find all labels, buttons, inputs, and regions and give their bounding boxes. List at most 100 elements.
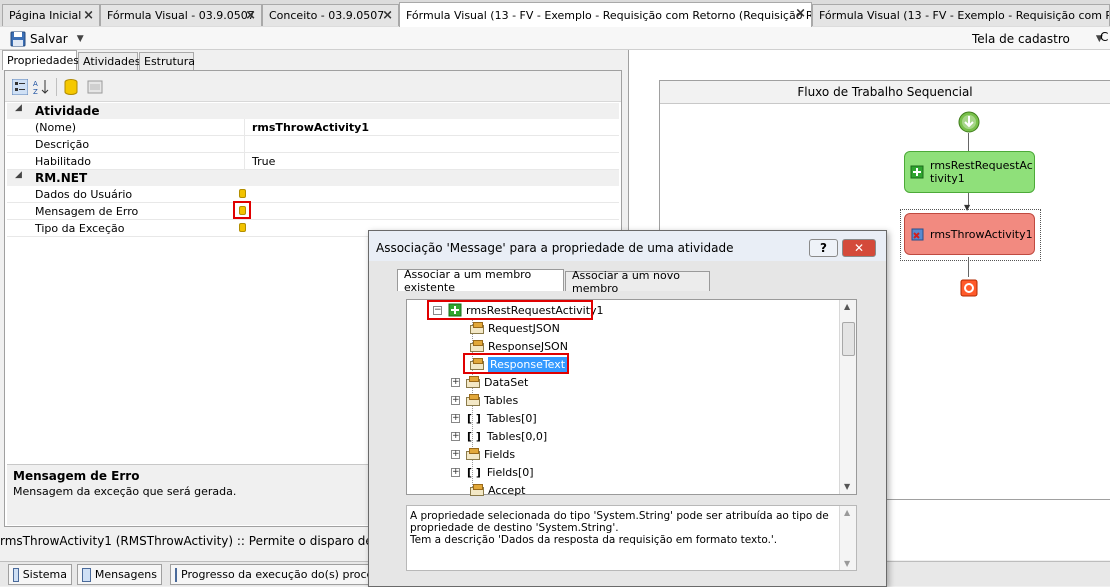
tab-atividades[interactable]: Atividades [78,52,141,70]
scroll-up-icon[interactable]: ▲ [844,508,850,517]
progresso-button[interactable]: Progresso da execução do(s) process [170,564,375,585]
expand-icon[interactable]: + [451,413,460,423]
status-text: rmsThrowActivity1 (RMSThrowActivity) :: … [0,534,415,548]
tree-item[interactable]: + Tables [451,391,518,409]
property-row-mensagem-erro[interactable]: Mensagem de Erro [7,201,619,220]
property-name: Tipo da Exceção [35,222,125,235]
tree-item-label: Accept [488,483,526,497]
button-label: Sistema [22,568,67,581]
info-text: A propriedade selecionada do tipo 'Syste… [410,510,829,522]
property-grid: ◢ Atividade (Nome) rmsThrowActivity1 Des… [7,103,619,237]
property-row-nome[interactable]: (Nome) rmsThrowActivity1 [7,119,619,136]
close-icon[interactable]: × [795,6,806,21]
bind-database-icon[interactable] [239,189,246,198]
tree-item[interactable]: RequestJSON [469,319,560,337]
divider [244,153,245,169]
tab-formula-visual-2[interactable]: Fórmula Visual (13 - FV - Exemplo - Requ… [812,4,1110,26]
tab-conceito[interactable]: Conceito - 03.9.0507 × [262,4,399,26]
property-row-dados-usuario[interactable]: Dados do Usuário [7,186,619,203]
divider [56,78,57,96]
property-row-habilitado[interactable]: Habilitado True [7,153,619,170]
property-pages-icon[interactable] [87,79,103,95]
tab-label: Atividades [83,55,141,68]
tree-item-label: Tables[0] [486,411,537,425]
property-value[interactable]: rmsThrowActivity1 [252,121,369,134]
tab-formula-visual-active[interactable]: Fórmula Visual (13 - FV - Exemplo - Requ… [399,2,812,27]
dialog-titlebar: Associação 'Message' para a propriedade … [369,231,886,261]
second-select[interactable]: C [1100,30,1108,44]
mensagens-button[interactable]: Mensagens [77,564,162,585]
tree-item[interactable]: + Fields [451,445,515,463]
info-text: propriedade de destino 'System.String'. [410,522,619,534]
tab-label: Fórmula Visual - 03.9.0507 [107,9,255,22]
rms-throw-activity-node[interactable]: rmsThrowActivity1 [904,213,1035,255]
tab-estrutura[interactable]: Estrutura [139,52,195,70]
messages-icon [82,567,91,582]
help-button[interactable]: ? [809,239,838,257]
database-icon[interactable] [63,79,79,95]
expand-icon[interactable]: + [451,377,460,387]
node-label: rmsThrowActivity1 [930,228,1033,241]
save-button[interactable]: Salvar ▼ [10,30,84,47]
expand-icon[interactable]: + [451,395,460,405]
tree-item[interactable]: + [ ] Fields[0] [451,463,534,481]
collapse-triangle-icon[interactable]: ◢ [15,170,22,180]
property-name: (Nome) [35,121,77,134]
tab-label: Fórmula Visual (13 - FV - Exemplo - Requ… [406,8,812,22]
property-icon [469,321,485,335]
sort-alphabetical-icon[interactable]: A Z [33,79,49,95]
expand-icon[interactable]: + [451,467,460,477]
tree-item[interactable]: + DataSet [451,373,528,391]
chevron-down-icon[interactable]: ▼ [77,34,84,44]
button-label: Mensagens [94,568,157,581]
tab-label: Propriedades [7,54,79,67]
tree-item-label: Tables[0,0] [486,429,548,443]
tab-label: Fórmula Visual (13 - FV - Exemplo - Requ… [819,9,1109,22]
tab-propriedades[interactable]: Propriedades [2,50,79,70]
close-icon[interactable]: × [245,8,256,23]
tab-formula-visual[interactable]: Fórmula Visual - 03.9.0507 × [100,4,262,26]
description-text: Mensagem da exceção que será gerada. [13,485,237,498]
property-icon [465,393,481,407]
property-row-descricao[interactable]: Descrição [7,136,619,153]
node-label: tivity1 [930,172,965,185]
property-value[interactable]: True [252,155,275,168]
info-scrollbar[interactable]: ▲ ▼ [839,506,856,570]
close-icon[interactable]: × [382,8,393,23]
rms-rest-request-activity-node[interactable]: rmsRestRequestAc tivity1 [904,151,1035,193]
throw-icon [911,228,924,241]
scroll-down-icon[interactable]: ▼ [844,559,850,568]
property-name: Habilitado [35,155,91,168]
type-info-box: A propriedade selecionada do tipo 'Syste… [406,505,857,571]
workflow-title: Fluxo de Trabalho Sequencial [660,81,1110,104]
property-name: Dados do Usuário [35,188,133,201]
button-label: Progresso da execução do(s) process [181,568,375,581]
indexer-icon: [ ] [467,411,481,425]
dialog-title: Associação 'Message' para a propriedade … [376,241,734,255]
tree-item[interactable]: + [ ] Tables[0,0] [451,427,547,445]
expand-icon[interactable]: + [451,431,460,441]
expand-icon[interactable]: + [451,449,460,459]
tab-label: Conceito - 03.9.0507 [269,9,385,22]
category-rm-net[interactable]: ◢ RM.NET [7,170,619,186]
tree-item[interactable]: Accept [469,481,526,499]
tree-item[interactable]: + [ ] Tables[0] [451,409,537,427]
scroll-down-icon[interactable]: ▼ [844,482,850,491]
close-button[interactable]: ✕ [842,239,876,257]
svg-text:Z: Z [33,88,38,95]
highlight-box [427,300,593,320]
tab-existing-member[interactable]: Associar a um membro existente [397,268,564,294]
screen-select[interactable]: Tela de cadastro ▼ [972,30,1103,47]
category-atividade[interactable]: ◢ Atividade [7,103,619,119]
bind-database-icon[interactable] [239,223,246,232]
scroll-up-icon[interactable]: ▲ [844,302,850,311]
scroll-thumb[interactable] [842,322,855,356]
tree-scrollbar[interactable]: ▲ ▼ [839,300,856,494]
collapse-triangle-icon[interactable]: ◢ [15,103,22,113]
sistema-button[interactable]: Sistema [8,564,72,585]
tab-label: Associar a um novo membro [572,268,680,295]
close-icon[interactable]: × [83,8,94,23]
tab-new-member[interactable]: Associar a um novo membro [565,269,710,295]
categorized-icon[interactable] [12,79,28,95]
tab-pagina-inicial[interactable]: Página Inicial × [2,4,100,26]
